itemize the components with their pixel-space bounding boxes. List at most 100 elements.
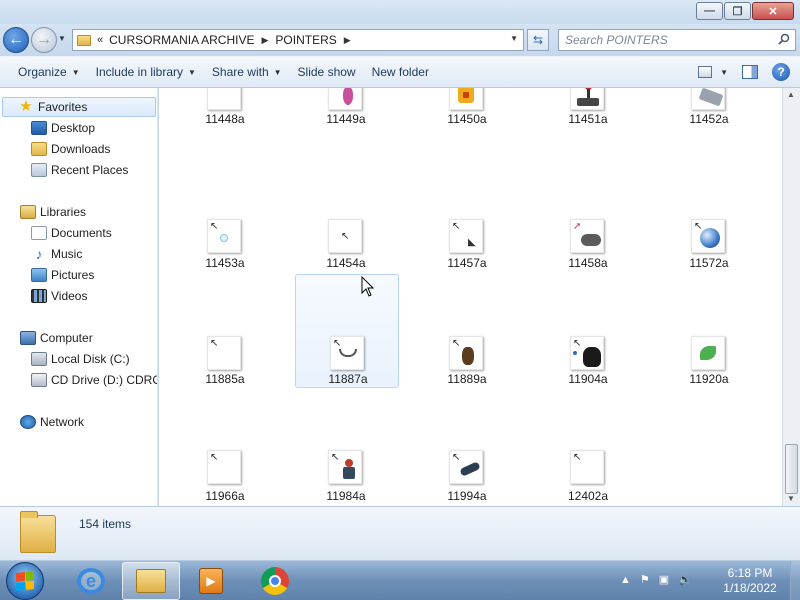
show-desktop-button[interactable] <box>790 561 800 600</box>
file-name: 11448a <box>205 112 245 126</box>
sidebar-item-music[interactable]: ♪ Music <box>31 244 83 264</box>
slide-show-button[interactable]: Slide show <box>290 60 364 84</box>
chevron-down-icon: ▼ <box>71 67 80 77</box>
refresh-button[interactable]: ⇆ <box>527 29 549 51</box>
sidebar-item-desktop[interactable]: Desktop <box>31 118 95 138</box>
file-name: 12402a <box>567 489 609 503</box>
sidebar-item-downloads[interactable]: Downloads <box>31 139 110 159</box>
sidebar-item-cd-drive[interactable]: CD Drive (D:) CDROM <box>31 370 157 390</box>
sidebar-item-favorites[interactable]: ★ Favorites <box>2 97 156 117</box>
back-button[interactable]: ← <box>3 27 29 53</box>
clock[interactable]: 6:18 PM 1/18/2022 <box>712 566 788 596</box>
file-item[interactable]: ↖ 11889a <box>415 274 519 388</box>
clock-time: 6:18 PM <box>727 566 773 580</box>
file-item[interactable]: ➚ 11452a <box>657 88 761 175</box>
preview-pane-button[interactable] <box>742 65 758 79</box>
mouse-cursor-icon <box>361 276 375 297</box>
sidebar-item-documents[interactable]: Documents <box>31 223 112 243</box>
file-item[interactable]: ➚ 11448a <box>173 88 277 175</box>
sidebar-item-videos[interactable]: Videos <box>31 286 87 306</box>
organize-button[interactable]: Organize ▼ <box>10 60 88 84</box>
sidebar-item-label: Desktop <box>51 121 96 135</box>
sidebar-item-network[interactable]: Network <box>20 412 84 432</box>
search-input[interactable]: Search POINTERS <box>558 29 796 51</box>
forward-button[interactable]: → <box>31 27 57 53</box>
show-hidden-icons-icon[interactable]: ▲ <box>620 574 631 586</box>
sidebar-item-label: Videos <box>51 289 88 303</box>
maximize-button[interactable]: ❐ <box>724 2 751 20</box>
start-button[interactable] <box>6 562 44 600</box>
sidebar-item-pictures[interactable]: Pictures <box>31 265 94 285</box>
minimize-button[interactable]: — <box>696 2 723 20</box>
scrollbar-thumb[interactable] <box>785 444 798 494</box>
breadcrumb-pointers[interactable]: POINTERS <box>275 33 336 47</box>
media-player-button[interactable]: ▶ <box>182 562 240 600</box>
search-icon[interactable] <box>778 33 790 45</box>
file-name: 11449a <box>326 112 366 126</box>
sidebar-item-label: CD Drive (D:) CDROM <box>51 373 157 387</box>
sidebar-item-libraries[interactable]: Libraries <box>20 202 86 222</box>
card-tray-pointer-icon: ➚ <box>691 88 725 110</box>
file-item[interactable]: ↖ 11904a <box>536 274 640 388</box>
breadcrumb-separator-icon[interactable]: ▶ <box>344 35 351 46</box>
sidebar-item-recent-places[interactable]: Recent Places <box>31 160 128 180</box>
sidebar-item-computer[interactable]: Computer <box>20 328 93 348</box>
share-with-button[interactable]: Share with ▼ <box>204 60 290 84</box>
address-bar[interactable]: « CURSORMANIA ARCHIVE ▶ POINTERS ▶ ▼ <box>72 29 524 51</box>
sidebar-item-label: Favorites <box>38 100 88 114</box>
sidebar-item-local-disk[interactable]: Local Disk (C:) <box>31 349 130 369</box>
green-leaf-pointer-icon <box>691 336 725 370</box>
bubble-pointer-icon: ↖ <box>207 219 241 253</box>
close-button[interactable]: ✕ <box>752 2 794 20</box>
address-dropdown-icon[interactable]: ▼ <box>510 34 518 43</box>
file-item[interactable]: ↖ 11966a <box>173 388 277 503</box>
file-item[interactable]: ↖ 11994a <box>415 388 519 503</box>
change-view-button[interactable]: ▼ <box>698 66 728 78</box>
file-item[interactable]: 11920a <box>657 274 761 388</box>
film-strip-icon <box>31 289 47 303</box>
network-status-icon[interactable]: ▣ <box>659 573 669 586</box>
joystick-pointer-icon: ▲ <box>570 88 604 110</box>
file-name: 11454a <box>326 256 366 270</box>
breadcrumb-cursormania-archive[interactable]: CURSORMANIA ARCHIVE <box>109 33 254 47</box>
volume-muted-icon[interactable]: 🔈 <box>678 573 692 586</box>
file-item[interactable]: ↖ 11885a <box>173 274 277 388</box>
folder-icon <box>20 511 56 553</box>
chevron-down-icon: ▼ <box>720 67 728 77</box>
file-item[interactable]: ➚ 11449a <box>294 88 398 175</box>
cd-drive-icon <box>31 373 47 387</box>
scroll-up-icon[interactable]: ▲ <box>787 90 795 99</box>
internet-explorer-button[interactable]: e <box>62 562 120 600</box>
libraries-icon <box>20 205 36 219</box>
include-in-library-button[interactable]: Include in library ▼ <box>88 60 204 84</box>
help-button[interactable]: ? <box>772 63 790 81</box>
sidebar-item-label: Documents <box>51 226 112 240</box>
file-item[interactable]: ▲ 11451a <box>536 88 640 175</box>
windows-logo-icon <box>16 571 34 591</box>
overflow-chevron-icon[interactable]: « <box>97 34 103 46</box>
action-center-flag-icon[interactable]: ⚑ <box>640 573 650 586</box>
file-item-selected[interactable]: ↖ 11887a <box>295 274 399 388</box>
running-figure-pointer-icon: ↖ <box>449 336 483 370</box>
small-arrow-pointer-icon: ↖ <box>207 336 241 370</box>
downloads-folder-icon <box>31 142 47 156</box>
command-bar: Organize ▼ Include in library ▼ Share with… <box>0 56 800 88</box>
globe-pointer-icon: ↖ <box>691 219 725 253</box>
new-folder-button[interactable]: New folder <box>364 60 437 84</box>
windows-explorer-button[interactable] <box>122 562 180 600</box>
breadcrumb-separator-icon[interactable]: ▶ <box>261 35 268 46</box>
file-item[interactable]: ↖ 11984a <box>294 388 398 503</box>
green-lizard-pointer-icon: ➚ <box>207 88 241 110</box>
organize-label: Organize <box>18 65 67 79</box>
file-item[interactable]: 11450a <box>415 88 519 175</box>
title-bar: — ❐ ✕ <box>0 0 800 24</box>
vertical-scrollbar[interactable]: ▲ ▼ <box>782 88 800 506</box>
chevron-down-icon: ▼ <box>188 67 196 77</box>
sidebar-item-label: Libraries <box>40 205 87 219</box>
recent-pages-dropdown[interactable]: ▼ <box>58 34 66 43</box>
file-item[interactable]: ↖ 12402a <box>536 388 640 503</box>
sidebar-item-label: Recent Places <box>51 163 129 177</box>
chrome-button[interactable] <box>246 562 304 600</box>
file-name: 11450a <box>447 112 487 126</box>
scroll-down-icon[interactable]: ▼ <box>787 494 795 503</box>
